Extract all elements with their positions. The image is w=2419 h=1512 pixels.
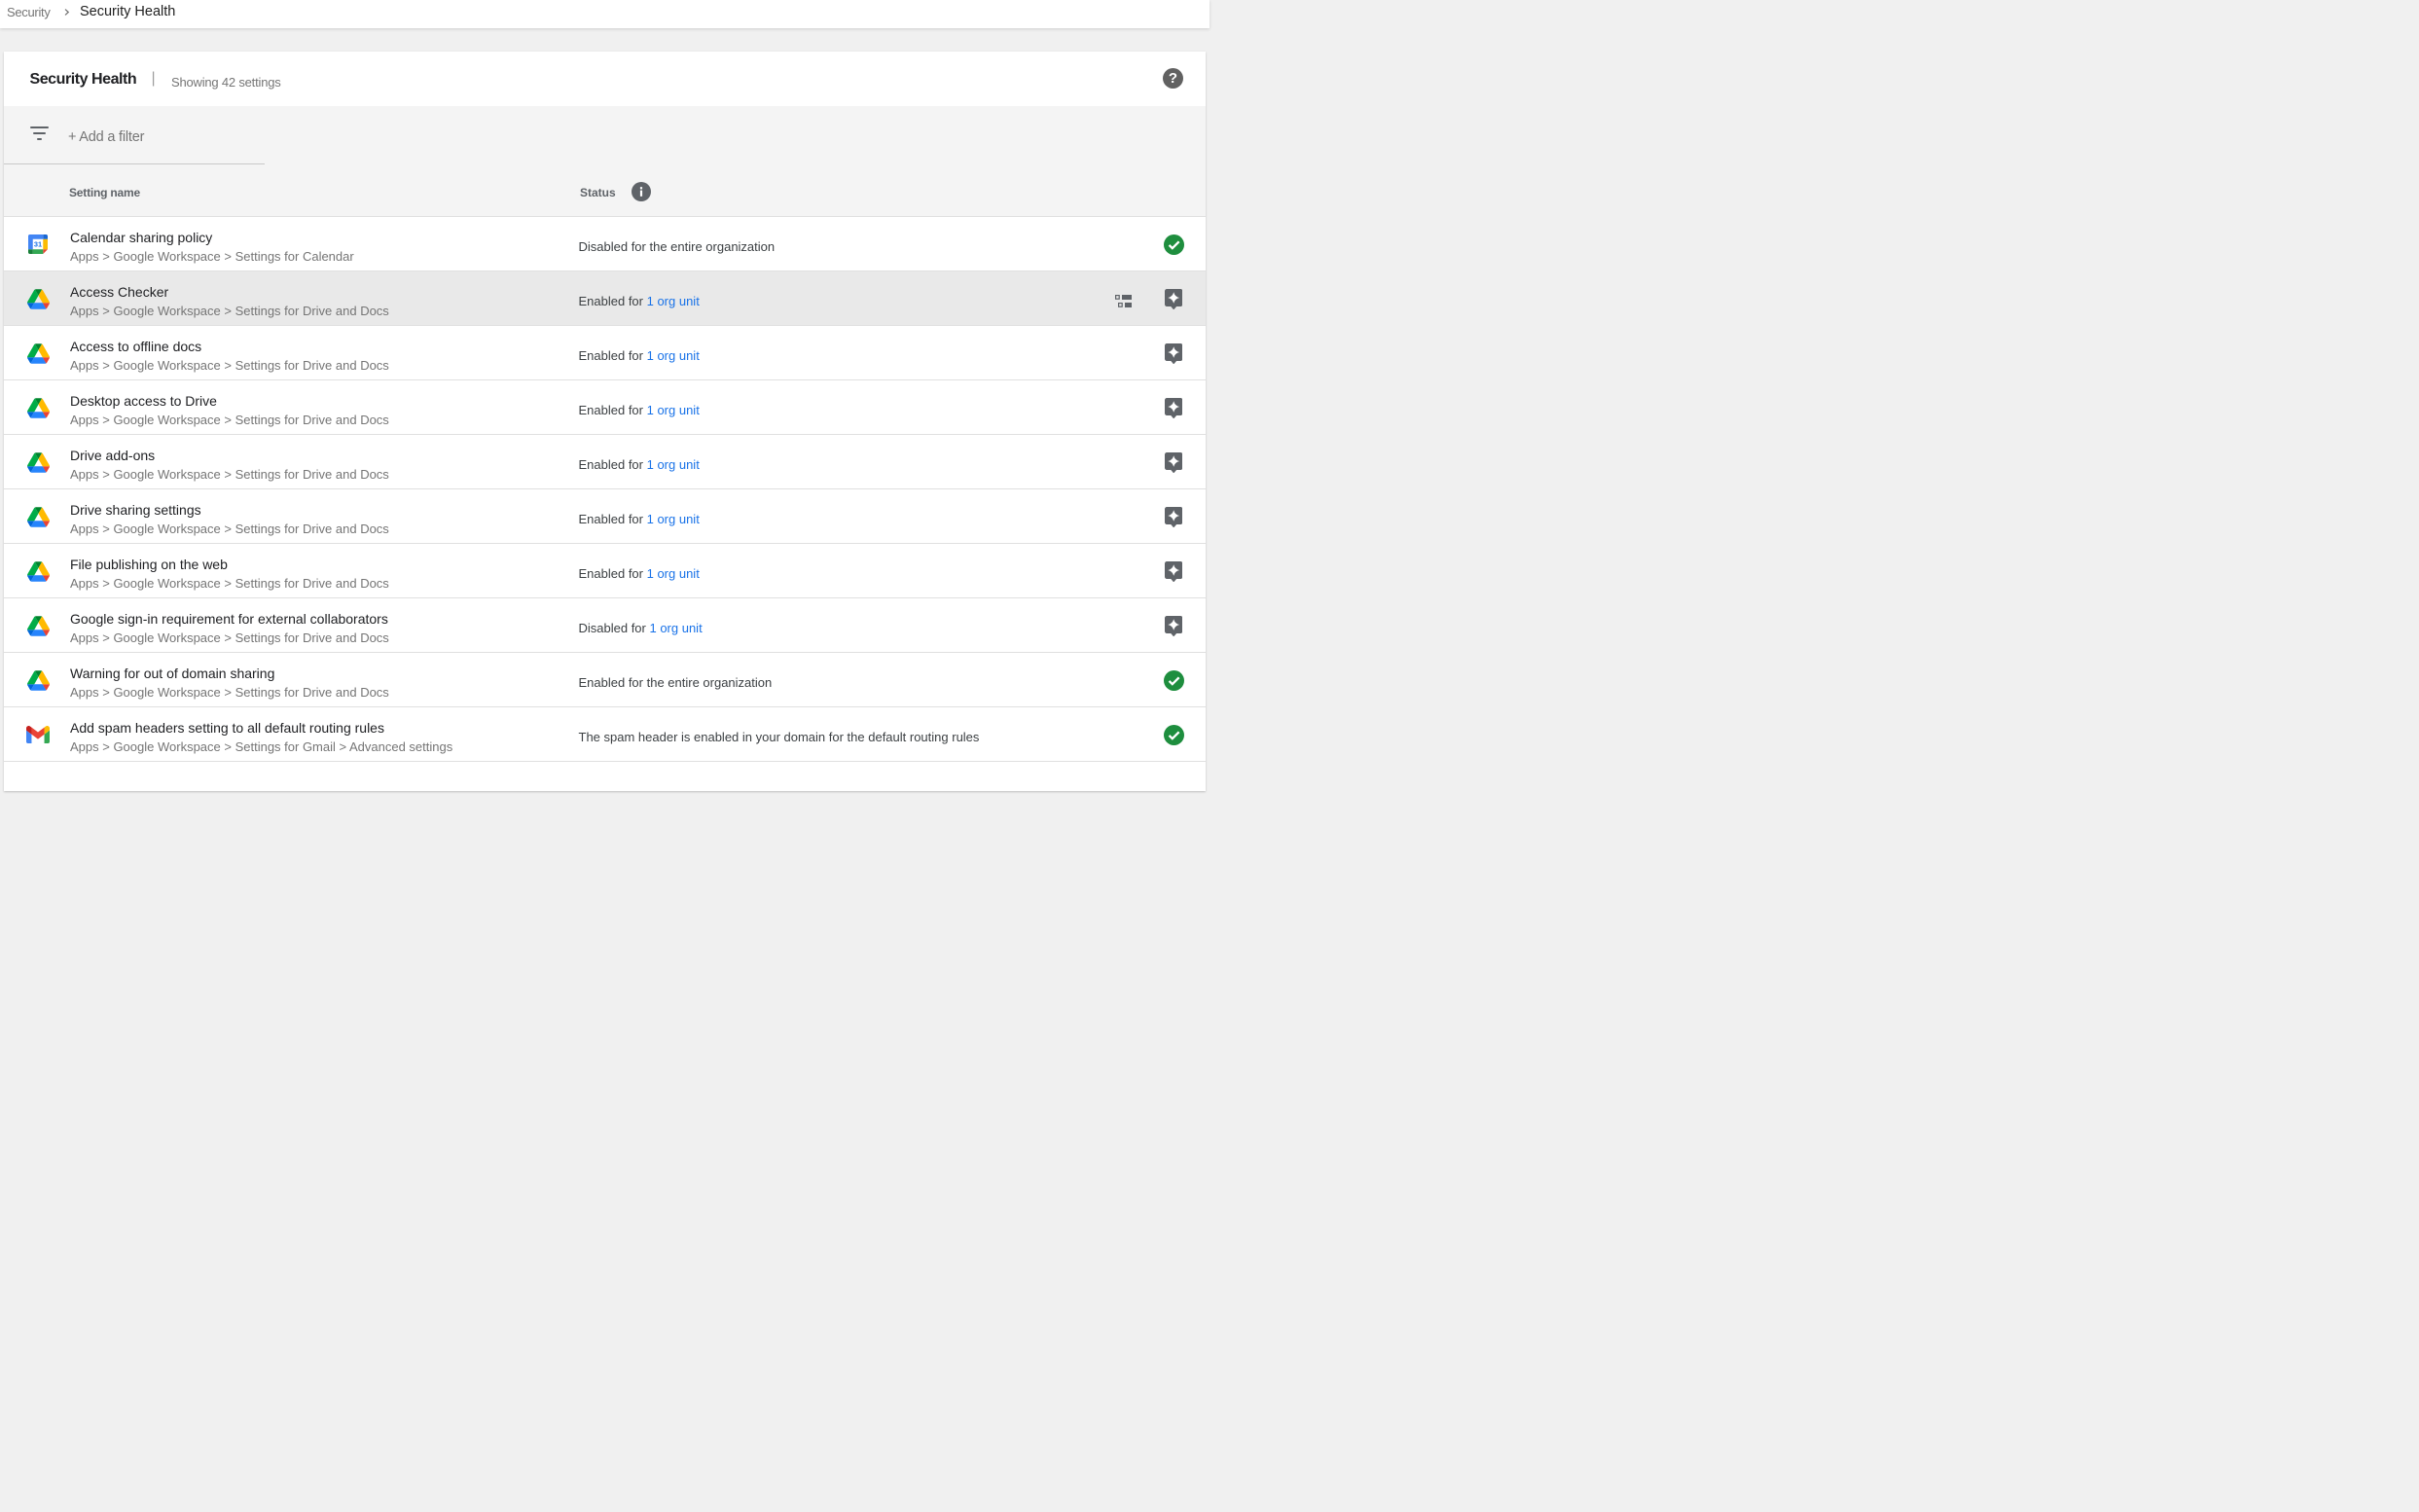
svg-text:31: 31 (34, 240, 42, 249)
